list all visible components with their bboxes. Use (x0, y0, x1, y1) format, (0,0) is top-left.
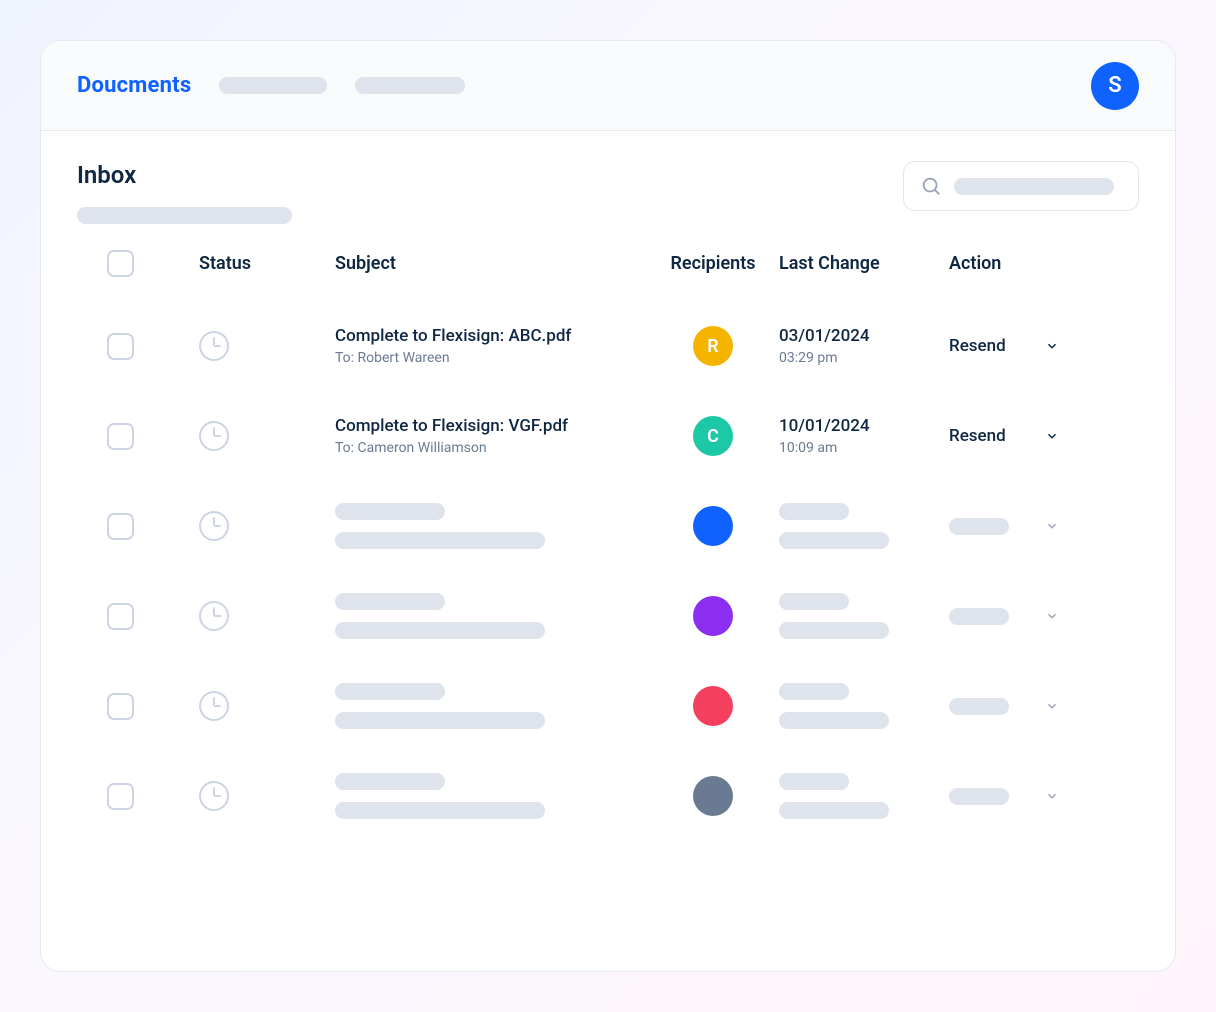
clock-icon (199, 511, 229, 541)
text-placeholder (335, 773, 445, 790)
row-subject[interactable]: Complete to Flexisign: ABC.pdf (335, 326, 647, 346)
text-placeholder (779, 593, 849, 610)
inbox-table: Status Subject Recipients Last Change Ac… (77, 250, 1139, 841)
chevron-down-icon (1045, 699, 1059, 713)
text-placeholder (779, 532, 889, 549)
table-row: Complete to Flexisign: VGF.pdf To: Camer… (77, 391, 1139, 481)
text-placeholder (779, 802, 889, 819)
text-placeholder (335, 622, 545, 639)
text-placeholder (335, 593, 445, 610)
row-time: 03:29 pm (779, 350, 949, 366)
user-avatar[interactable]: S (1091, 62, 1139, 110)
brand-title[interactable]: Doucments (77, 73, 191, 98)
text-placeholder (779, 622, 889, 639)
resend-button[interactable]: Resend (949, 426, 1059, 446)
row-date: 10/01/2024 (779, 416, 949, 436)
table-row-placeholder (77, 661, 1139, 751)
action-label: Resend (949, 336, 1006, 356)
row-to: To: Robert Wareen (335, 350, 647, 366)
clock-icon (199, 421, 229, 451)
chevron-down-icon (1045, 789, 1059, 803)
table-row-placeholder (77, 571, 1139, 661)
col-last-change: Last Change (779, 253, 949, 274)
text-placeholder (949, 518, 1009, 535)
resend-button[interactable]: Resend (949, 336, 1059, 356)
top-bar: Doucments S (41, 41, 1175, 131)
text-placeholder (335, 532, 545, 549)
search-input-wrap[interactable] (903, 161, 1139, 211)
row-checkbox[interactable] (107, 513, 134, 540)
text-placeholder (335, 802, 545, 819)
recipient-avatar[interactable]: C (693, 416, 733, 456)
col-recipients: Recipients (647, 253, 779, 274)
action-label: Resend (949, 426, 1006, 446)
action-placeholder[interactable] (949, 518, 1059, 535)
recipient-avatar[interactable] (693, 776, 733, 816)
row-date: 03/01/2024 (779, 326, 949, 346)
action-placeholder[interactable] (949, 608, 1059, 625)
table-row-placeholder (77, 751, 1139, 841)
select-all-checkbox[interactable] (107, 250, 134, 277)
clock-icon (199, 691, 229, 721)
text-placeholder (779, 773, 849, 790)
clock-icon (199, 781, 229, 811)
clock-icon (199, 331, 229, 361)
app-card: Doucments S Inbox Status Sub (40, 40, 1176, 972)
text-placeholder (335, 712, 545, 729)
search-icon (920, 175, 942, 197)
row-checkbox[interactable] (107, 333, 134, 360)
text-placeholder (949, 608, 1009, 625)
page-title: Inbox (77, 161, 292, 189)
action-placeholder[interactable] (949, 698, 1059, 715)
table-row: Complete to Flexisign: ABC.pdf To: Rober… (77, 301, 1139, 391)
recipient-avatar[interactable] (693, 506, 733, 546)
recipient-avatar[interactable] (693, 596, 733, 636)
recipient-avatar[interactable] (693, 686, 733, 726)
subtitle-placeholder (77, 207, 292, 224)
row-checkbox[interactable] (107, 693, 134, 720)
text-placeholder (335, 683, 445, 700)
text-placeholder (949, 788, 1009, 805)
row-time: 10:09 am (779, 440, 949, 456)
content-area: Inbox Status Subject Recipients Last Cha… (41, 131, 1175, 971)
col-subject: Subject (335, 253, 647, 274)
search-placeholder (954, 178, 1114, 195)
table-row-placeholder (77, 481, 1139, 571)
text-placeholder (335, 503, 445, 520)
nav-placeholder (219, 77, 327, 94)
chevron-down-icon (1045, 429, 1059, 443)
row-to: To: Cameron Williamson (335, 440, 647, 456)
text-placeholder (779, 503, 849, 520)
text-placeholder (949, 698, 1009, 715)
recipient-avatar[interactable]: R (693, 326, 733, 366)
row-checkbox[interactable] (107, 423, 134, 450)
table-header: Status Subject Recipients Last Change Ac… (77, 250, 1139, 277)
clock-icon (199, 601, 229, 631)
chevron-down-icon (1045, 339, 1059, 353)
col-status: Status (199, 253, 335, 274)
chevron-down-icon (1045, 609, 1059, 623)
action-placeholder[interactable] (949, 788, 1059, 805)
chevron-down-icon (1045, 519, 1059, 533)
row-checkbox[interactable] (107, 603, 134, 630)
row-checkbox[interactable] (107, 783, 134, 810)
text-placeholder (779, 712, 889, 729)
nav-placeholder (355, 77, 465, 94)
row-subject[interactable]: Complete to Flexisign: VGF.pdf (335, 416, 647, 436)
col-action: Action (949, 253, 1109, 274)
text-placeholder (779, 683, 849, 700)
